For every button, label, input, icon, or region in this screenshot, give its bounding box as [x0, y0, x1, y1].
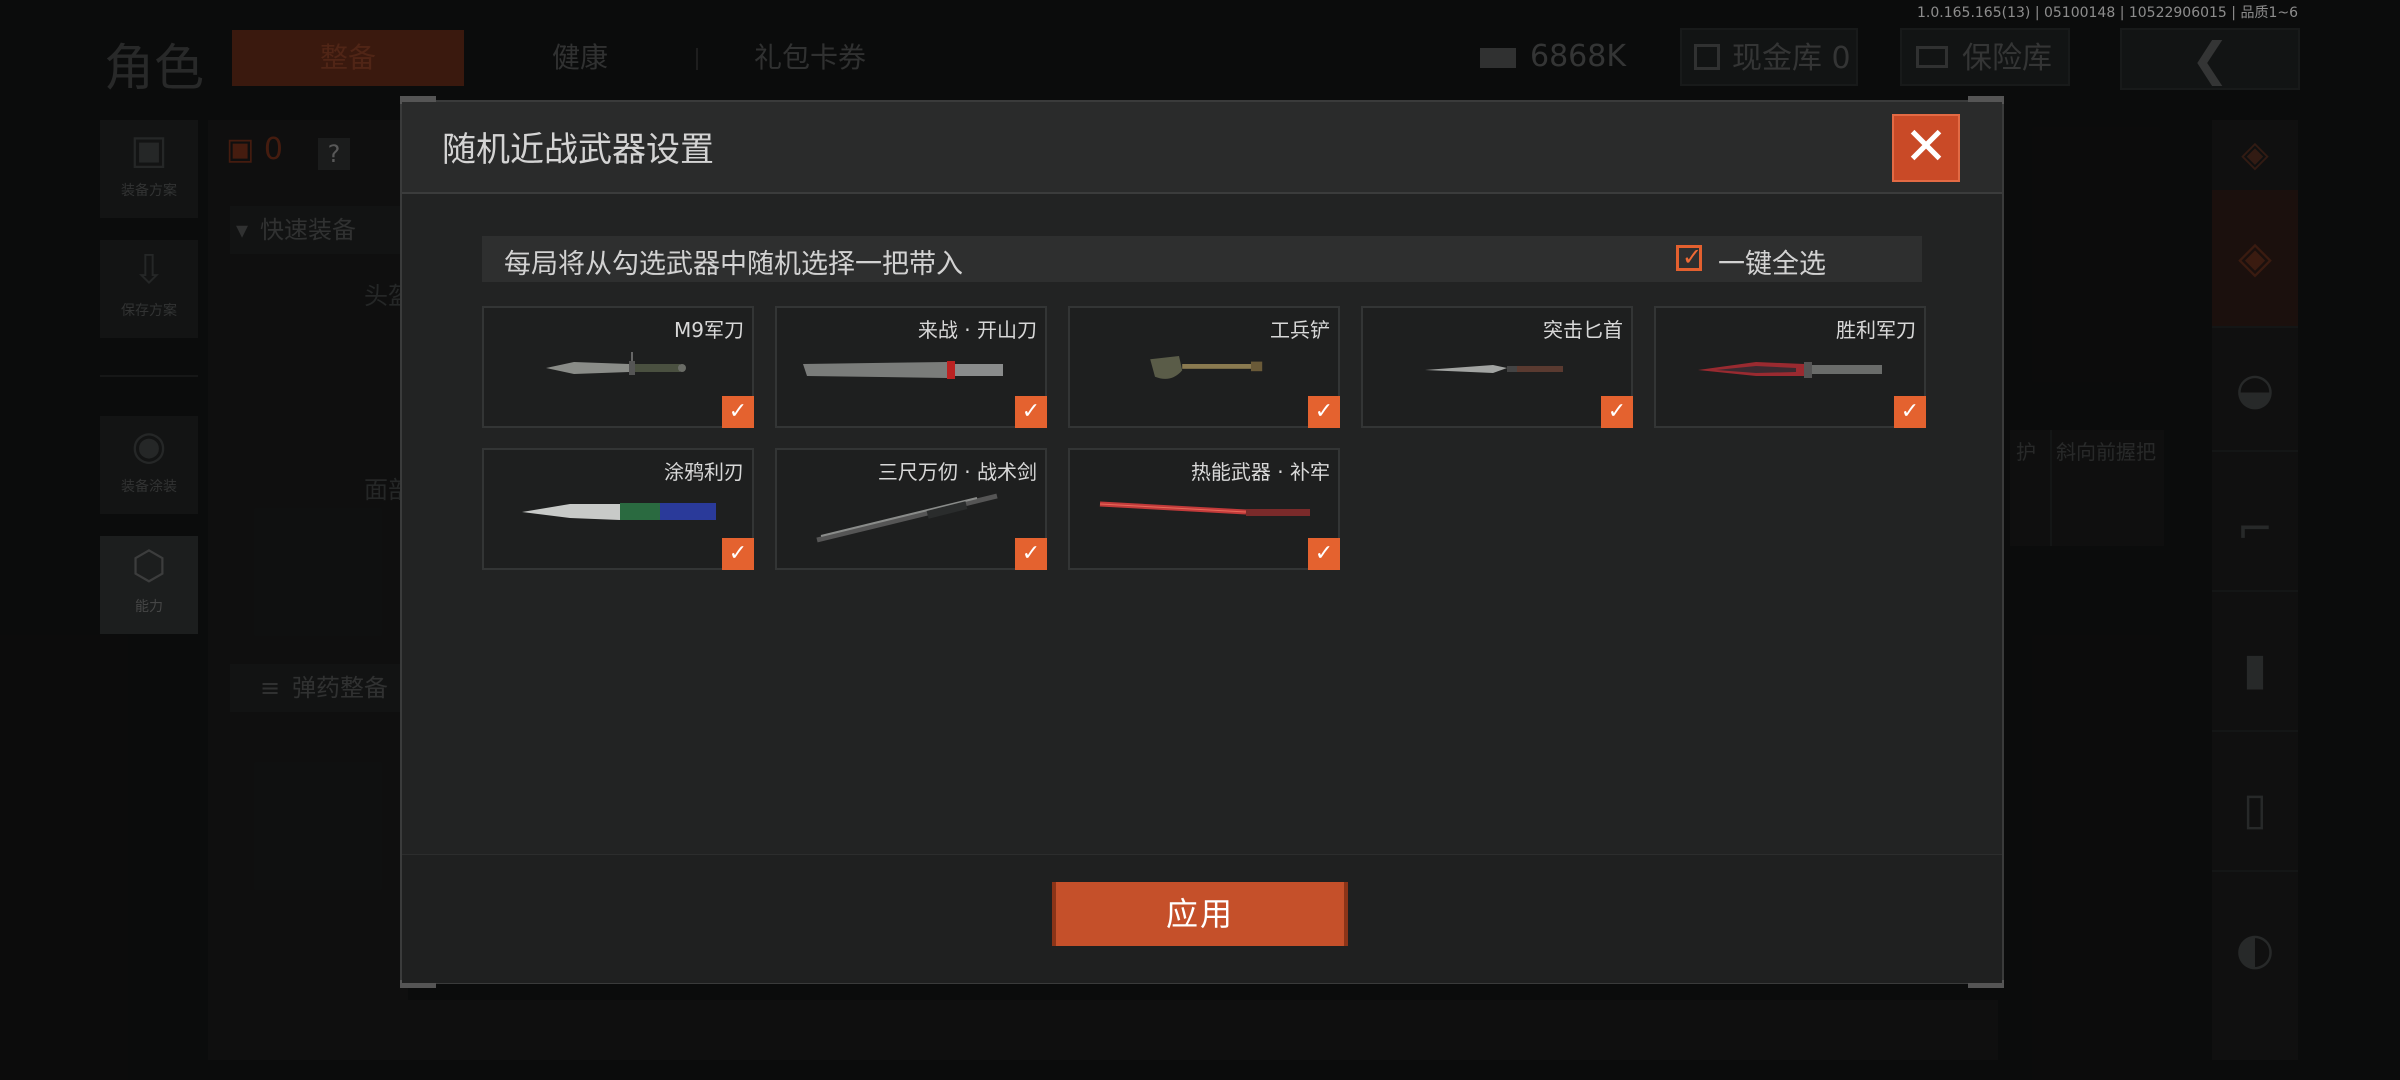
graffiti-blade-image: [522, 503, 716, 520]
instruction-bar: 每局将从勾选武器中随机选择一把带入 ✓ 一键全选: [482, 236, 1922, 282]
weapon-checkbox[interactable]: ✓: [1308, 396, 1340, 428]
weapon-card-victory-knife[interactable]: 胜利军刀 ✓: [1654, 306, 1926, 428]
dagger-image: [1425, 365, 1563, 373]
weapon-card-machete[interactable]: 来战 · 开山刀 ✓: [775, 306, 1047, 428]
weapon-name: 三尺万仞 · 战术剑: [877, 460, 1037, 484]
weapon-checkbox[interactable]: ✓: [1601, 396, 1633, 428]
weapon-checkbox[interactable]: ✓: [1308, 538, 1340, 570]
weapon-card-m9[interactable]: M9军刀 ✓: [482, 306, 754, 428]
weapon-checkbox[interactable]: ✓: [1015, 396, 1047, 428]
weapon-checkbox[interactable]: ✓: [1894, 396, 1926, 428]
weapon-checkbox[interactable]: ✓: [722, 396, 754, 428]
thermal-blade-image: [1099, 501, 1310, 516]
tactical-sword-image: [816, 493, 998, 543]
weapon-name: 胜利军刀: [1836, 318, 1916, 342]
instruction-text: 每局将从勾选武器中随机选择一把带入: [504, 249, 963, 280]
dialog-title: 随机近战武器设置: [442, 130, 714, 170]
weapon-card-shovel[interactable]: 工兵铲 ✓: [1068, 306, 1340, 428]
weapon-card-thermal-weapon[interactable]: 热能武器 · 补牢 ✓: [1068, 448, 1340, 570]
select-all-checkbox[interactable]: ✓: [1676, 243, 1703, 271]
check-icon: ✓: [1021, 541, 1041, 566]
weapon-name: 热能武器 · 补牢: [1190, 460, 1330, 484]
weapon-card-assault-dagger[interactable]: 突击匕首 ✓: [1361, 306, 1633, 428]
weapon-name: 工兵铲: [1270, 318, 1330, 342]
close-button[interactable]: ✕: [1892, 114, 1960, 182]
weapon-name: 来战 · 开山刀: [917, 318, 1037, 342]
check-icon: ✓: [1607, 399, 1627, 424]
check-icon: ✓: [1314, 399, 1334, 424]
weapon-card-tactical-sword[interactable]: 三尺万仞 · 战术剑 ✓: [775, 448, 1047, 570]
check-icon: ✓: [728, 541, 748, 566]
check-icon: ✓: [1314, 541, 1334, 566]
weapon-checkbox[interactable]: ✓: [1015, 538, 1047, 570]
check-icon: ✓: [1682, 243, 1703, 271]
shovel-image: [1150, 356, 1263, 379]
weapon-name: 突击匕首: [1543, 318, 1623, 342]
victory-knife-image: [1698, 362, 1882, 378]
weapon-name: M9军刀: [674, 318, 744, 342]
dialog-header: 随机近战武器设置 ✕: [402, 102, 2002, 194]
weapon-name: 涂鸦利刃: [664, 460, 744, 484]
weapon-checkbox[interactable]: ✓: [722, 538, 754, 570]
check-icon: ✓: [728, 399, 748, 424]
weapon-card-graffiti-blade[interactable]: 涂鸦利刃 ✓: [482, 448, 754, 570]
apply-button[interactable]: 应用: [1052, 882, 1348, 946]
random-melee-settings-dialog: 随机近战武器设置 ✕ 每局将从勾选武器中随机选择一把带入 ✓ 一键全选 M9军刀…: [400, 96, 2004, 988]
m9-knife-image: [546, 352, 686, 375]
check-icon: ✓: [1900, 399, 1920, 424]
close-icon: ✕: [1904, 117, 1948, 177]
select-all-label[interactable]: 一键全选: [1718, 242, 1826, 281]
machete-image: [803, 361, 1003, 379]
check-icon: ✓: [1021, 399, 1041, 424]
